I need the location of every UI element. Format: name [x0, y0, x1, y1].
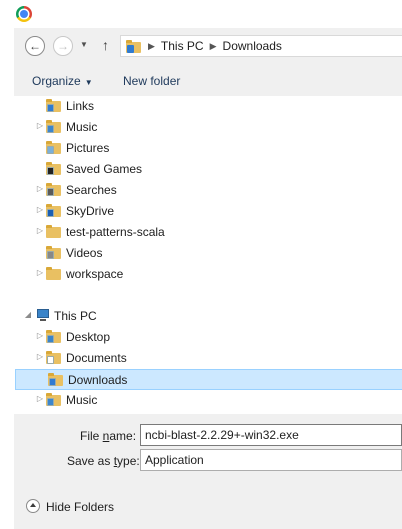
- new-folder-label: New folder: [123, 74, 181, 88]
- searches-folder-icon: [46, 183, 61, 197]
- links-folder-icon: [46, 99, 61, 113]
- back-arrow-icon: ←: [29, 39, 41, 53]
- tree-item-label: Music: [66, 120, 98, 134]
- chevron-right-icon[interactable]: ▶: [148, 41, 155, 52]
- documents-folder-icon: [46, 351, 61, 365]
- tree-item-label: SkyDrive: [66, 204, 115, 218]
- downloads-folder-icon: [126, 39, 142, 53]
- chevron-down-icon: ▼: [84, 78, 93, 87]
- dialog-footer: Hide Folders: [14, 484, 402, 529]
- tree-item-music[interactable]: ▷ Music: [14, 117, 402, 138]
- save-dialog: ← → ▼ ↑ ▶ This PC ▶ Downloads Organize ▼ …: [14, 28, 402, 529]
- save-as-type-value: Application: [145, 453, 204, 467]
- expanded-chevron-icon[interactable]: ◢: [24, 310, 32, 319]
- folder-tree[interactable]: Links ▷ Music Pictures Saved Games ▷ Searches ▷…: [14, 96, 402, 414]
- tree-item-label: Pictures: [66, 141, 110, 155]
- music-folder-icon: [46, 393, 61, 407]
- saved-games-folder-icon: [46, 162, 61, 176]
- tree-item-desktop[interactable]: ▷ Desktop: [14, 327, 402, 348]
- tree-item-label: Saved Games: [66, 162, 143, 176]
- address-bar[interactable]: ▶ This PC ▶ Downloads: [120, 35, 402, 57]
- save-as-type-select[interactable]: Application: [140, 449, 402, 471]
- up-arrow-icon[interactable]: ↑: [102, 37, 109, 53]
- chevron-right-icon[interactable]: ▷: [36, 205, 44, 214]
- tree-item-videos[interactable]: Videos: [14, 243, 402, 264]
- chevron-right-icon[interactable]: ▷: [36, 121, 44, 130]
- downloads-folder-icon: [48, 373, 63, 387]
- tree-item-label: workspace: [66, 267, 124, 281]
- breadcrumb-this-pc[interactable]: This PC: [161, 39, 204, 53]
- skydrive-folder-icon: [46, 204, 61, 218]
- tree-item-label: Desktop: [66, 330, 111, 344]
- pictures-folder-icon: [46, 141, 61, 155]
- chevron-right-icon[interactable]: ▷: [36, 394, 44, 403]
- videos-folder-icon: [46, 246, 61, 260]
- tree-item-label: Music: [66, 393, 98, 407]
- collapse-up-icon[interactable]: [26, 499, 40, 513]
- new-folder-button[interactable]: New folder: [123, 74, 180, 88]
- file-name-label: File name:: [80, 429, 137, 443]
- folder-icon: [46, 267, 61, 281]
- tree-item-this-pc[interactable]: ◢ This PC: [14, 306, 402, 327]
- navigation-bar: ← → ▼ ↑ ▶ This PC ▶ Downloads: [14, 28, 402, 66]
- tree-item-test-patterns-scala[interactable]: ▷ test-patterns-scala: [14, 222, 402, 243]
- back-button[interactable]: ←: [25, 36, 45, 56]
- chevron-right-icon[interactable]: ▷: [36, 184, 44, 193]
- tree-item-label: Documents: [66, 351, 127, 365]
- tree-item-documents[interactable]: ▷ Documents: [14, 348, 402, 369]
- tree-item-label: Videos: [66, 246, 103, 260]
- chevron-right-icon[interactable]: ▷: [36, 268, 44, 277]
- tree-item-label: test-patterns-scala: [66, 225, 165, 239]
- tree-item-label: Searches: [66, 183, 117, 197]
- tree-item-downloads[interactable]: Downloads: [15, 369, 402, 390]
- title-bar: [0, 0, 402, 28]
- tree-item-skydrive[interactable]: ▷ SkyDrive: [14, 201, 402, 222]
- file-name-value: ncbi-blast-2.2.29+-win32.exe: [145, 428, 299, 442]
- chevron-right-icon[interactable]: ▷: [36, 331, 44, 340]
- chevron-down-icon[interactable]: ▼: [80, 40, 88, 49]
- music-folder-icon: [46, 120, 61, 134]
- tree-item-music[interactable]: ▷ Music: [14, 390, 402, 411]
- tree-item-label: Links: [66, 99, 95, 113]
- forward-button[interactable]: →: [53, 36, 73, 56]
- organize-label: Organize: [32, 74, 81, 88]
- chevron-right-icon[interactable]: ▶: [210, 41, 217, 52]
- tree-item-saved-games[interactable]: Saved Games: [14, 159, 402, 180]
- hide-folders-button[interactable]: Hide Folders: [46, 500, 114, 514]
- save-as-type-label: Save as type:: [67, 454, 140, 468]
- toolbar: Organize ▼ New folder: [14, 66, 402, 96]
- tree-item-label: This PC: [54, 309, 97, 323]
- tree-item-pictures[interactable]: Pictures: [14, 138, 402, 159]
- chevron-right-icon[interactable]: ▷: [36, 352, 44, 361]
- chevron-right-icon[interactable]: ▷: [36, 226, 44, 235]
- breadcrumb-downloads[interactable]: Downloads: [223, 39, 282, 53]
- desktop-folder-icon: [46, 330, 61, 344]
- file-name-input[interactable]: ncbi-blast-2.2.29+-win32.exe: [140, 424, 402, 446]
- folder-icon: [46, 225, 61, 239]
- forward-arrow-icon: →: [57, 39, 69, 53]
- tree-item-links[interactable]: Links: [14, 96, 402, 117]
- chrome-logo-icon: [16, 6, 32, 22]
- organize-button[interactable]: Organize ▼: [32, 74, 93, 88]
- tree-item-searches[interactable]: ▷ Searches: [14, 180, 402, 201]
- file-fields: File name: ncbi-blast-2.2.29+-win32.exe …: [14, 414, 402, 484]
- computer-icon: [34, 309, 50, 323]
- tree-item-workspace[interactable]: ▷ workspace: [14, 264, 402, 285]
- tree-item-label: Downloads: [68, 373, 128, 387]
